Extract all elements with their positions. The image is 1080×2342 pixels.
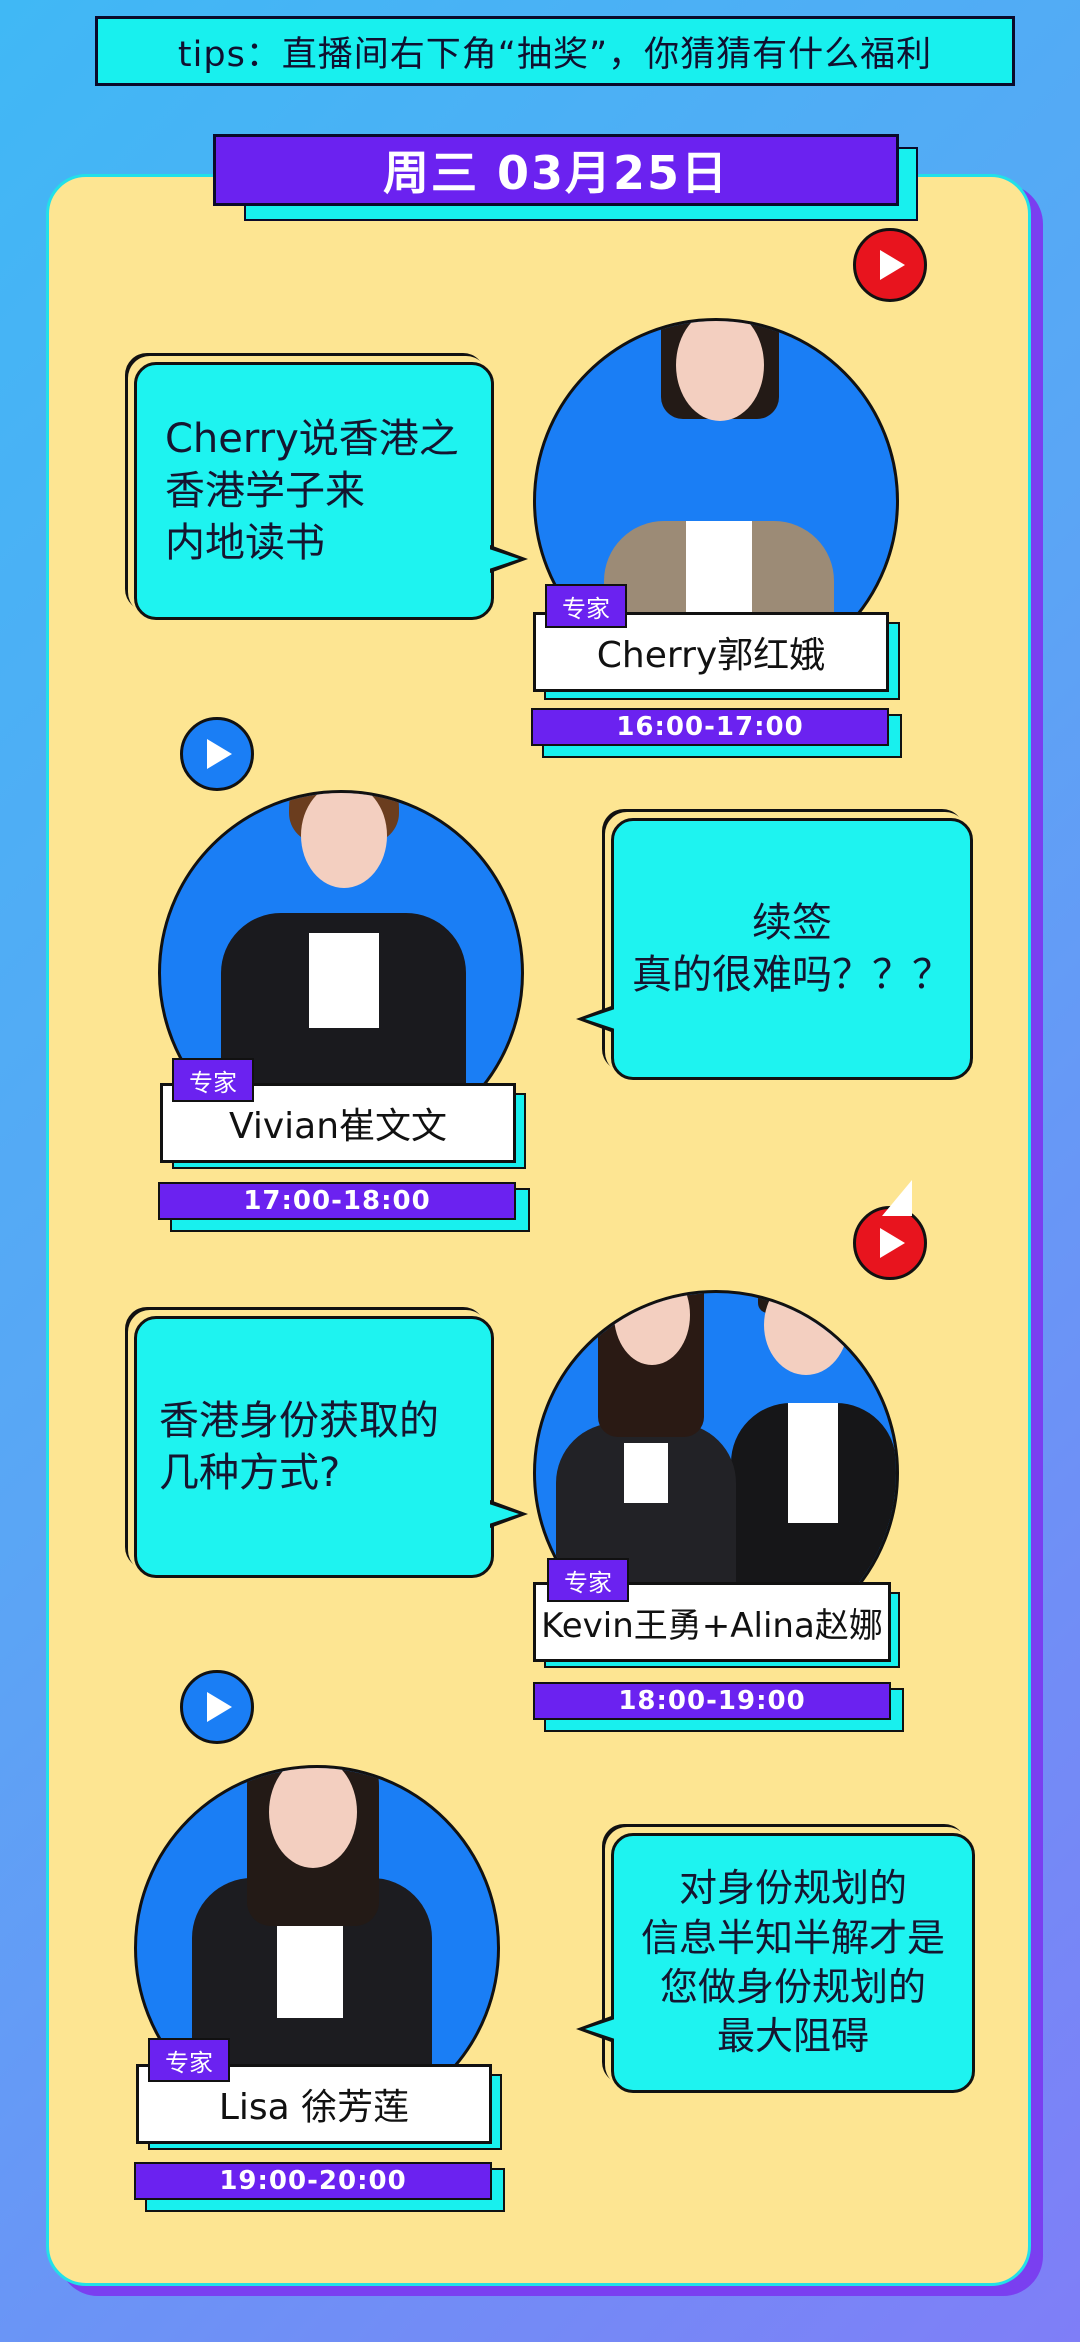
topic-bubble: 续签 真的很难吗？？？ <box>611 818 973 1080</box>
play-icon <box>880 1228 905 1258</box>
bubble-tail <box>489 549 519 569</box>
topic-line: 对身份规划的 <box>678 1866 907 1911</box>
topic-bubble: Cherry说香港之 香港学子来 内地读书 <box>134 362 494 620</box>
cursor-arrow-icon <box>882 1180 912 1216</box>
expert-badge: 专家 <box>148 2038 230 2082</box>
play-button[interactable] <box>853 228 927 302</box>
session-time: 18:00-19:00 <box>533 1682 891 1720</box>
topic-line: 您做身份规划的 <box>659 1965 926 2009</box>
expert-badge: 专家 <box>172 1058 254 1102</box>
topic-bubble: 香港身份获取的 几种方式? <box>134 1316 494 1578</box>
play-button[interactable] <box>853 1206 927 1280</box>
session-time: 16:00-17:00 <box>531 708 889 746</box>
topic-bubble: 对身份规划的 信息半知半解才是 您做身份规划的 最大阻碍 <box>611 1833 975 2093</box>
bubble-tail <box>585 1009 615 1029</box>
topic-line: 真的很难吗？？？ <box>632 952 952 998</box>
bubble-tail <box>585 2019 615 2039</box>
topic-line: 香港身份获取的 <box>159 1398 439 1444</box>
topic-line: 信息半知半解才是 <box>640 1915 945 1960</box>
topic-line: 续签 <box>752 900 832 946</box>
topic-line: 香港学子来 <box>165 468 365 514</box>
date-header: 周三 03月25日 <box>213 134 899 206</box>
play-icon <box>207 739 232 769</box>
play-button[interactable] <box>180 1670 254 1744</box>
topic-line: 几种方式? <box>159 1450 341 1496</box>
topic-line: 最大阻碍 <box>716 2014 869 2059</box>
play-icon <box>880 250 905 280</box>
expert-badge: 专家 <box>547 1558 629 1602</box>
expert-badge: 专家 <box>545 584 627 628</box>
session-time: 17:00-18:00 <box>158 1182 516 1220</box>
play-button[interactable] <box>180 717 254 791</box>
play-icon <box>207 1692 232 1722</box>
topic-line: 内地读书 <box>165 520 325 566</box>
tips-banner: tips：直播间右下角“抽奖”，你猜猜有什么福利 <box>95 16 1015 86</box>
topic-line: Cherry说香港之 <box>165 416 459 462</box>
session-time: 19:00-20:00 <box>134 2162 492 2200</box>
bubble-tail <box>489 1504 519 1524</box>
